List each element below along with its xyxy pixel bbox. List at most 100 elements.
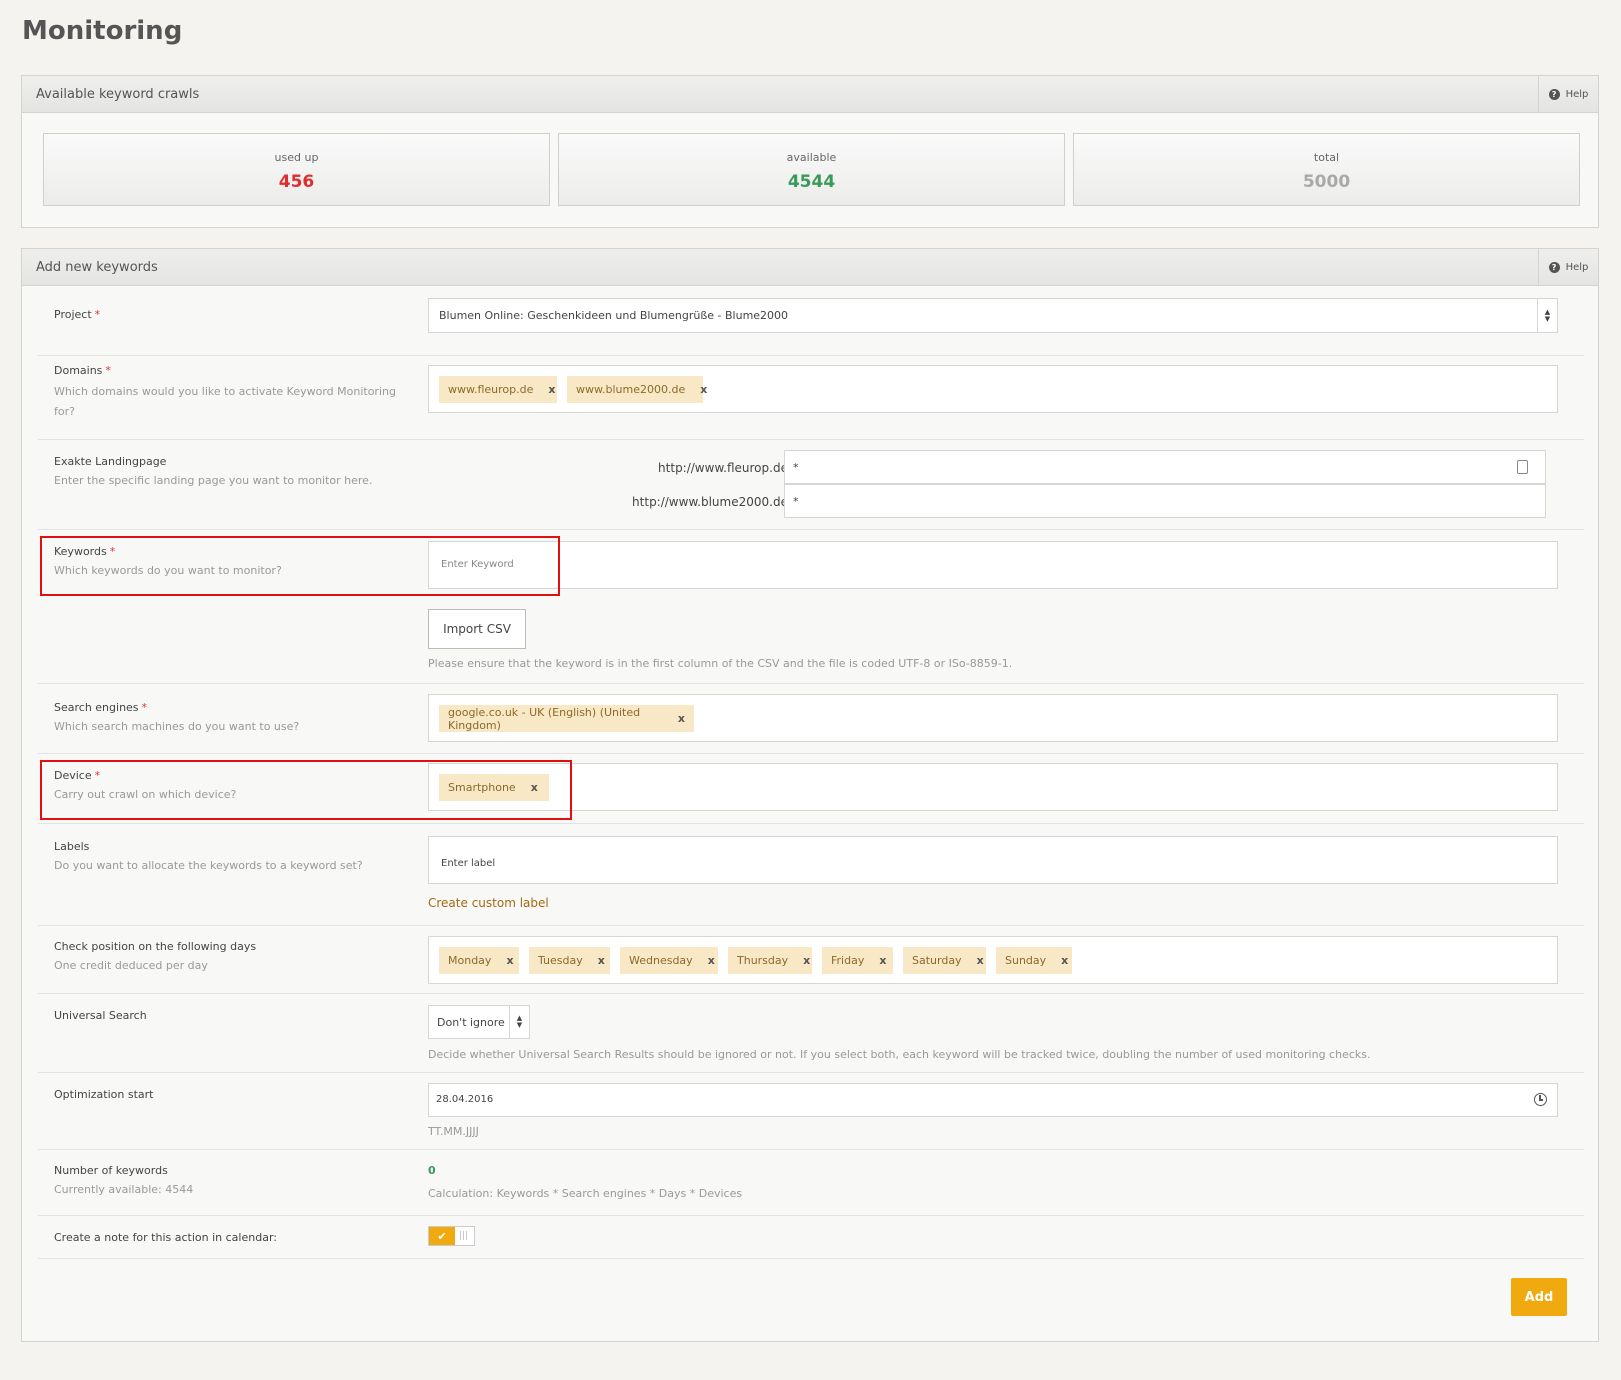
stat-label: used up (274, 151, 319, 164)
remove-tag-button[interactable]: x (548, 383, 555, 396)
labels-description: Do you want to allocate the keywords to … (54, 859, 363, 872)
crawls-help-button[interactable]: ? Help (1538, 76, 1598, 112)
optimization-value: 28.04.2016 (436, 1094, 494, 1105)
stat-total: total 5000 (1073, 133, 1580, 206)
days-field[interactable]: Monday x Tuesday x Wednesday x Thursday x Fr… (428, 936, 1558, 984)
remove-tag-button[interactable]: x (678, 712, 685, 725)
crawls-panel-header: Available keyword crawls ? Help (22, 76, 1598, 113)
stat-value: 5000 (1302, 172, 1351, 192)
sort-arrows-icon: ▲ ▼ (1537, 299, 1557, 332)
help-label: Help (1565, 88, 1589, 100)
domain-tag: www.blume2000.de x (567, 376, 707, 403)
add-keywords-panel-title: Add new keywords (36, 260, 158, 275)
domains-description: Which domains would you like to activate… (54, 385, 396, 418)
remove-tag-button[interactable]: x (708, 954, 715, 967)
device-highlight-box (40, 760, 572, 820)
remove-tag-button[interactable]: x (879, 954, 886, 967)
count-calculation: Calculation: Keywords * Search engines *… (428, 1187, 743, 1200)
labels-label: Labels (54, 840, 90, 853)
crawls-panel-title: Available keyword crawls (36, 87, 200, 102)
labels-row: Labels Do you want to allocate the keywo… (38, 824, 1584, 926)
help-label: Help (1565, 261, 1589, 273)
add-button[interactable]: Add (1511, 1278, 1567, 1316)
day-tag-sunday: Sunday x (996, 947, 1072, 974)
day-tag-friday: Friday x (822, 947, 893, 974)
count-label: Number of keywords (54, 1164, 168, 1177)
label-placeholder: Enter label (441, 858, 496, 869)
day-tag-saturday: Saturday x (903, 947, 986, 974)
landing-row: Exakte Landingpage Enter the specific la… (38, 440, 1584, 530)
search-engines-field[interactable]: google.co.uk - UK (English) (United King… (428, 694, 1558, 742)
days-row: Check position on the following days One… (38, 926, 1584, 994)
count-row: Number of keywords Currently available: … (38, 1150, 1584, 1216)
project-label: Project * (54, 308, 101, 321)
stat-value: 456 (278, 172, 315, 192)
keyword-input[interactable]: Enter Keyword (428, 541, 1558, 589)
device-field[interactable]: Smartphone x (428, 763, 1558, 811)
project-row: Project * Blumen Online: Geschenkideen un… (38, 286, 1584, 356)
toggle-grip: ||| (458, 1231, 468, 1241)
stat-label: total (1313, 151, 1340, 164)
remove-tag-button[interactable]: x (506, 954, 513, 967)
remove-tag-button[interactable]: x (803, 954, 810, 967)
landing-input-blume2000[interactable]: * (784, 484, 1546, 518)
stat-used-up: used up 456 (43, 133, 550, 206)
note-row: Create a note for this action in calenda… (38, 1216, 1584, 1259)
landing-label: Exakte Landingpage (54, 455, 167, 468)
question-circle-icon: ? (1548, 261, 1560, 273)
stat-value: 4544 (787, 172, 836, 192)
search-engines-label: Search engines * (54, 701, 148, 714)
note-toggle[interactable]: ✔ ||| (428, 1226, 475, 1246)
landing-prefix: http://www.fleurop.de/ (658, 461, 792, 475)
day-tag-monday: Monday x (439, 947, 519, 974)
project-select[interactable]: Blumen Online: Geschenkideen und Blumeng… (428, 298, 1558, 333)
remove-tag-button[interactable]: x (1061, 954, 1068, 967)
label-input[interactable]: Enter label (428, 836, 1558, 884)
optimization-date-input[interactable]: 28.04.2016 (428, 1083, 1558, 1117)
check-icon: ✔ (429, 1227, 455, 1245)
landing-prefix: http://www.blume2000.de/ (632, 495, 792, 509)
days-label: Check position on the following days (54, 940, 257, 953)
days-description: One credit deduced per day (54, 959, 208, 972)
optimization-label: Optimization start (54, 1088, 154, 1101)
keywords-highlight-box (40, 536, 560, 596)
add-keywords-panel-header: Add new keywords ? Help (22, 249, 1598, 286)
crawls-panel: Available keyword crawls ? Help used up … (21, 75, 1599, 228)
remove-tag-button[interactable]: x (977, 954, 984, 967)
remove-tag-button[interactable]: x (598, 954, 605, 967)
note-label: Create a note for this action in calenda… (54, 1231, 277, 1244)
count-description: Currently available: 4544 (54, 1183, 194, 1196)
clock-icon[interactable] (1534, 1093, 1547, 1106)
count-value: 0 (428, 1164, 436, 1177)
landing-value: * (793, 461, 799, 474)
day-tag-thursday: Thursday x (728, 947, 812, 974)
optimization-format-hint: TT.MM.JJJJ (428, 1125, 479, 1138)
create-custom-label-link[interactable]: Create custom label (428, 896, 549, 910)
landing-description: Enter the specific landing page you want… (54, 474, 373, 487)
universal-hint: Decide whether Universal Search Results … (428, 1048, 1371, 1061)
day-tag-tuesday: Tuesday x (529, 947, 610, 974)
import-csv-button[interactable]: Import CSV (428, 609, 526, 649)
stat-available: available 4544 (558, 133, 1065, 206)
landing-value: * (793, 495, 799, 508)
search-engine-tag: google.co.uk - UK (English) (United King… (439, 705, 694, 732)
remove-tag-button[interactable]: x (700, 383, 707, 396)
sort-arrows-icon: ▲ ▼ (509, 1006, 529, 1038)
stat-label: available (786, 151, 837, 164)
day-tag-wednesday: Wednesday x (620, 947, 718, 974)
import-csv-hint: Please ensure that the keyword is in the… (428, 657, 1013, 670)
domains-label: Domains * (54, 364, 111, 377)
search-engines-description: Which search machines do you want to use… (54, 720, 300, 733)
domain-tag: www.fleurop.de x (439, 376, 557, 403)
universal-select[interactable]: Don't ignore ▲ ▼ (428, 1005, 530, 1039)
search-engines-row: Search engines * Which search machines do… (38, 684, 1584, 754)
project-value: Blumen Online: Geschenkideen und Blumeng… (439, 309, 789, 322)
domains-field[interactable]: www.fleurop.de x www.blume2000.de x (428, 365, 1558, 413)
add-keywords-help-button[interactable]: ? Help (1538, 249, 1598, 285)
question-circle-icon: ? (1548, 88, 1560, 100)
universal-label: Universal Search (54, 1009, 147, 1022)
universal-row: Universal Search Don't ignore ▲ ▼ Decide … (38, 994, 1584, 1073)
contact-card-icon (1517, 460, 1528, 474)
universal-value: Don't ignore (437, 1016, 505, 1029)
landing-input-fleurop[interactable]: * (784, 450, 1546, 484)
